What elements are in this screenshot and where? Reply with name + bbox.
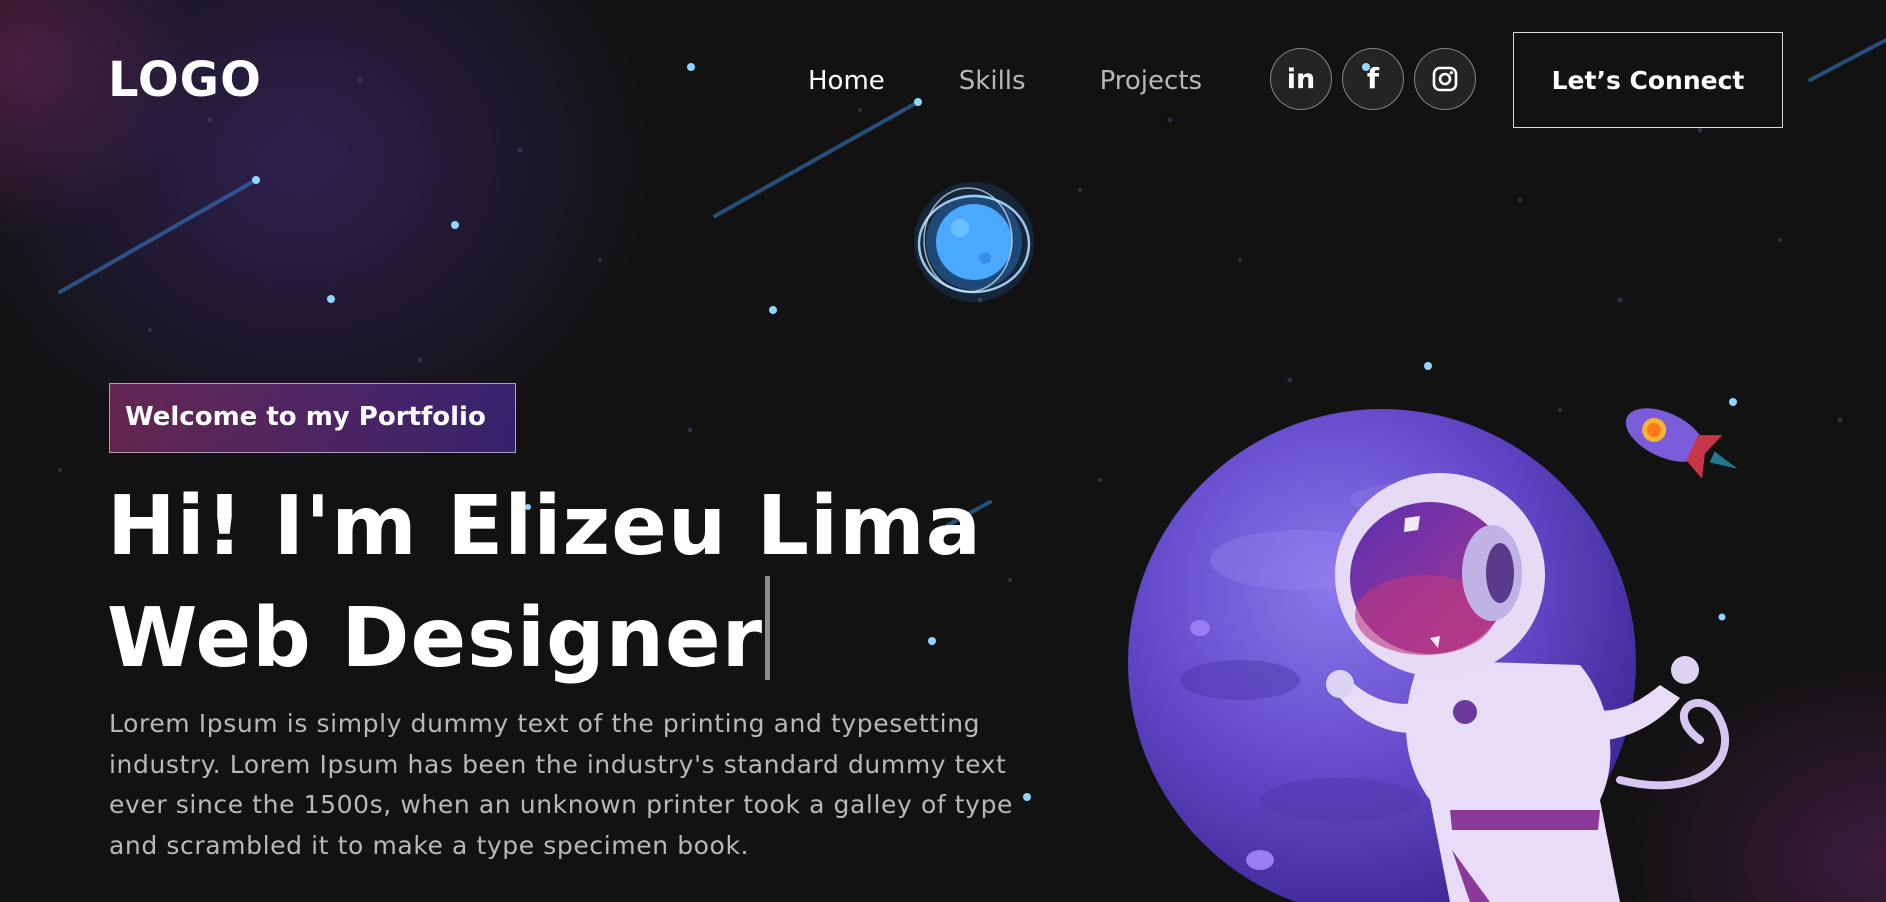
welcome-tagline: Welcome to my Portfolio: [109, 383, 516, 453]
portfolio-page: LOGO Home Skills Projects in f Let’s Con…: [0, 0, 1886, 902]
headline-role: Web Designer: [107, 591, 764, 686]
headline-role-line: Web Designer: [107, 576, 982, 688]
instagram-button[interactable]: [1414, 48, 1476, 110]
typing-cursor: [765, 576, 771, 680]
lets-connect-button[interactable]: Let’s Connect: [1513, 32, 1783, 128]
astronaut-planet-illustration: [1128, 408, 1738, 902]
linkedin-icon: in: [1286, 63, 1316, 95]
nav-link-skills[interactable]: Skills: [959, 62, 1026, 100]
hero-description: Lorem Ipsum is simply dummy text of the …: [109, 709, 1014, 860]
headline-name: Hi! I'm Elizeu Lima: [107, 479, 982, 574]
facebook-button[interactable]: f: [1342, 48, 1404, 110]
main-nav: Home Skills Projects: [808, 62, 1276, 100]
facebook-icon: f: [1366, 62, 1380, 95]
nav-link-projects[interactable]: Projects: [1100, 62, 1203, 100]
nav-link-home[interactable]: Home: [808, 62, 885, 100]
linkedin-button[interactable]: in: [1270, 48, 1332, 110]
hero-headline: Hi! I'm Elizeu Lima Web Designer: [107, 478, 982, 688]
social-icons: in f: [1270, 48, 1486, 110]
rocket-icon: [1625, 408, 1738, 479]
instagram-icon: [1432, 66, 1458, 92]
glowing-planet-icon: [914, 182, 1034, 302]
logo[interactable]: LOGO: [108, 52, 262, 108]
